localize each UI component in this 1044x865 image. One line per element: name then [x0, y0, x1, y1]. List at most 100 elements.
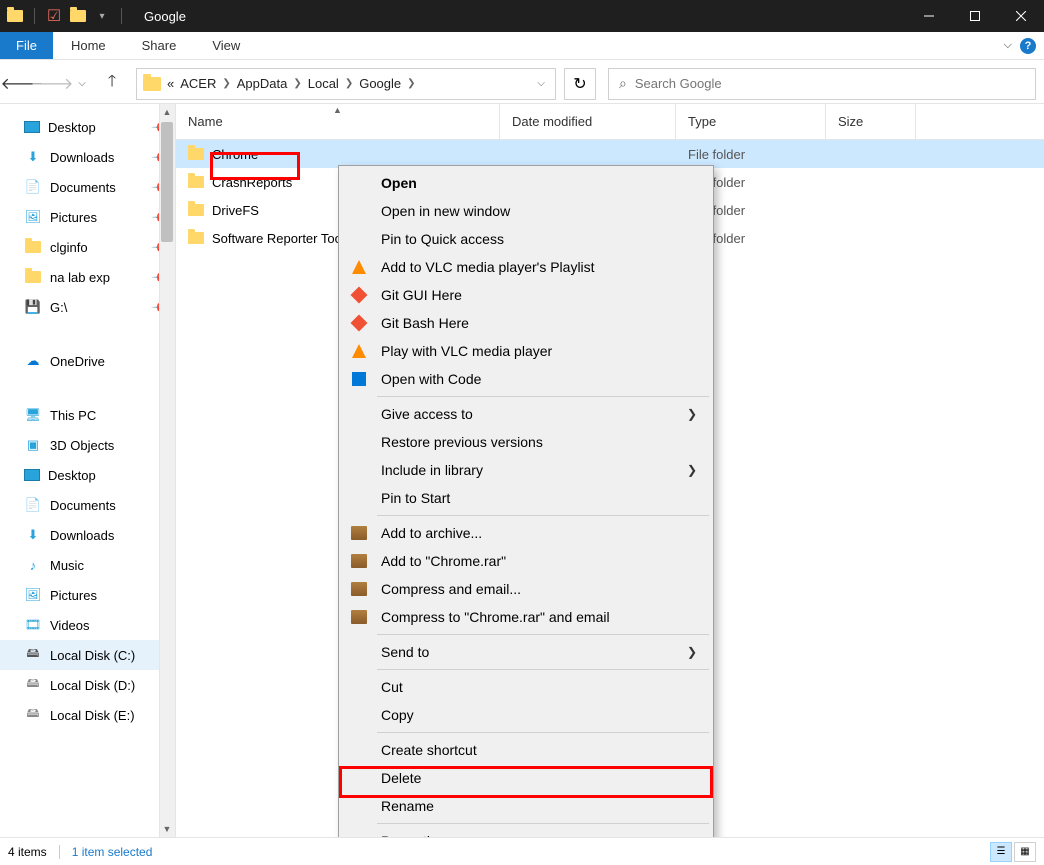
ctx-send-to[interactable]: Send to❯ [341, 638, 711, 666]
quick-drive[interactable]: 💾G:\📌 [0, 292, 175, 322]
nav-pc-videos[interactable]: 🎞Videos [0, 610, 175, 640]
ctx-pin-start[interactable]: Pin to Start [341, 484, 711, 512]
ctx-include-library[interactable]: Include in library❯ [341, 456, 711, 484]
folder-icon [188, 176, 204, 188]
chevron-right-icon: ❯ [407, 78, 415, 89]
file-tab[interactable]: File [0, 32, 53, 59]
details-view-button[interactable]: ☰ [990, 842, 1012, 862]
navigation-bar: 🡐 🡒 ⌵ 🡑 « ACER❯ AppData❯ Local❯ Google❯ … [0, 64, 1044, 104]
scroll-up-icon[interactable]: ▲ [159, 104, 175, 120]
address-bar[interactable]: « ACER❯ AppData❯ Local❯ Google❯ ⌵ [136, 68, 556, 100]
ctx-copy[interactable]: Copy [341, 701, 711, 729]
ctx-add-rar[interactable]: Add to "Chrome.rar" [341, 547, 711, 575]
download-icon: ⬇ [24, 526, 42, 544]
separator [377, 732, 709, 733]
refresh-button[interactable]: ↻ [564, 68, 596, 100]
file-type: File folder [676, 147, 826, 162]
close-button[interactable] [998, 0, 1044, 32]
separator [377, 823, 709, 824]
nav-pc-music[interactable]: ♪Music [0, 550, 175, 580]
ctx-restore-versions[interactable]: Restore previous versions [341, 428, 711, 456]
nav-pc-downloads[interactable]: ⬇ Downloads [0, 520, 175, 550]
recent-dropdown[interactable]: ⌵ [68, 70, 96, 98]
chevron-right-icon: ❯ [687, 645, 697, 659]
nav-pc-diskc[interactable]: 🖴Local Disk (C:) [0, 640, 175, 670]
nav-3dobjects[interactable]: ▣3D Objects [0, 430, 175, 460]
ctx-pin-quick-access[interactable]: Pin to Quick access [341, 225, 711, 253]
label: Videos [50, 618, 90, 633]
maximize-button[interactable] [952, 0, 998, 32]
label: OneDrive [50, 354, 105, 369]
file-name: Chrome [212, 147, 258, 162]
breadcrumb[interactable]: Google [359, 76, 401, 91]
scrollbar[interactable]: ▲ ▼ [159, 104, 175, 837]
ctx-git-gui[interactable]: Git GUI Here [341, 281, 711, 309]
properties-icon[interactable]: ☑ [45, 7, 63, 25]
ctx-add-archive[interactable]: Add to archive... [341, 519, 711, 547]
nav-onedrive[interactable]: ☁OneDrive [0, 346, 175, 376]
ctx-create-shortcut[interactable]: Create shortcut [341, 736, 711, 764]
ctx-compress-rar-email[interactable]: Compress to "Chrome.rar" and email [341, 603, 711, 631]
context-menu: Open Open in new window Pin to Quick acc… [338, 165, 714, 859]
search-icon: ⌕ [619, 75, 627, 92]
nav-pc-documents[interactable]: 📄Documents [0, 490, 175, 520]
ctx-rename[interactable]: Rename [341, 792, 711, 820]
column-name[interactable]: ▲Name [176, 104, 500, 139]
search-input[interactable] [635, 76, 1025, 91]
qat-dropdown-icon[interactable]: ▾ [93, 7, 111, 25]
ctx-compress-email[interactable]: Compress and email... [341, 575, 711, 603]
music-icon: ♪ [24, 556, 42, 574]
scrollbar-thumb[interactable] [161, 122, 173, 242]
nav-pc-desktop[interactable]: Desktop [0, 460, 175, 490]
nav-thispc[interactable]: 🖥This PC [0, 400, 175, 430]
quick-folder[interactable]: clginfo📌 [0, 232, 175, 262]
drive-icon: 💾 [24, 298, 42, 316]
breadcrumb[interactable]: AppData [237, 76, 288, 91]
help-icon[interactable]: ? [1020, 38, 1036, 54]
quick-pictures[interactable]: 🖼Pictures📌 [0, 202, 175, 232]
up-button[interactable]: 🡑 [98, 70, 126, 98]
nav-pc-diske[interactable]: 🖴Local Disk (E:) [0, 700, 175, 730]
address-dropdown-icon[interactable]: ⌵ [537, 78, 545, 89]
git-icon [349, 285, 369, 305]
quick-downloads[interactable]: ⬇Downloads📌 [0, 142, 175, 172]
desktop-icon [24, 121, 40, 133]
quick-documents[interactable]: 📄Documents📌 [0, 172, 175, 202]
ctx-vlc-play[interactable]: Play with VLC media player [341, 337, 711, 365]
ctx-cut[interactable]: Cut [341, 673, 711, 701]
ctx-open-code[interactable]: Open with Code [341, 365, 711, 393]
ctx-give-access[interactable]: Give access to❯ [341, 400, 711, 428]
nav-pc-diskd[interactable]: 🖴Local Disk (D:) [0, 670, 175, 700]
ctx-open[interactable]: Open [341, 169, 711, 197]
quick-folder[interactable]: na lab exp📌 [0, 262, 175, 292]
label: Pictures [50, 588, 97, 603]
search-box[interactable]: ⌕ [608, 68, 1036, 100]
file-name: CrashReports [212, 175, 292, 190]
column-size[interactable]: Size [826, 104, 916, 139]
chevron-right-icon: ❯ [293, 78, 301, 89]
column-date[interactable]: Date modified [500, 104, 676, 139]
share-tab[interactable]: Share [124, 32, 195, 59]
nav-pc-pictures[interactable]: 🖼Pictures [0, 580, 175, 610]
minimize-button[interactable] [906, 0, 952, 32]
quick-desktop[interactable]: Desktop📌 [0, 112, 175, 142]
ctx-open-new-window[interactable]: Open in new window [341, 197, 711, 225]
ribbon-collapse-icon[interactable]: ⌵ [1004, 39, 1012, 52]
column-type[interactable]: Type [676, 104, 826, 139]
view-tab[interactable]: View [194, 32, 258, 59]
chevron-right-icon: ❯ [222, 78, 230, 89]
label: Pictures [50, 210, 97, 225]
ctx-delete[interactable]: Delete [341, 764, 711, 792]
home-tab[interactable]: Home [53, 32, 124, 59]
ctx-git-bash[interactable]: Git Bash Here [341, 309, 711, 337]
file-row-chrome[interactable]: Chrome File folder [176, 140, 1044, 168]
ctx-vlc-playlist[interactable]: Add to VLC media player's Playlist [341, 253, 711, 281]
breadcrumb-overflow[interactable]: « [167, 76, 174, 91]
forward-button[interactable]: 🡒 [38, 70, 66, 98]
breadcrumb[interactable]: ACER [180, 76, 216, 91]
breadcrumb[interactable]: Local [308, 76, 339, 91]
label: Downloads [50, 528, 114, 543]
scroll-down-icon[interactable]: ▼ [159, 821, 175, 837]
vlc-icon [349, 257, 369, 277]
icons-view-button[interactable]: ▦ [1014, 842, 1036, 862]
